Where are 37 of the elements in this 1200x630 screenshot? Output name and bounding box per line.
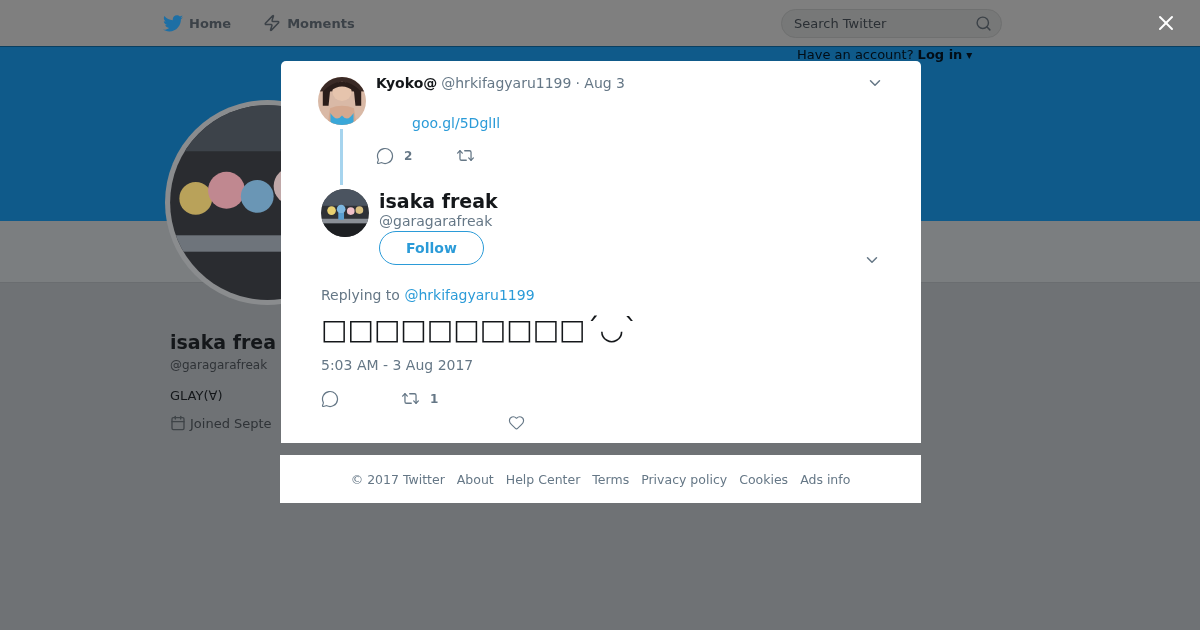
calendar-icon — [170, 415, 186, 431]
tweet-text: □□□□□□□□□□´◡` — [321, 313, 639, 347]
footer-link[interactable]: © 2017 Twitter — [350, 471, 445, 487]
tweet-link[interactable]: goo.gl/5DglIl — [412, 115, 501, 131]
caret-icon[interactable]: ▾ — [966, 47, 973, 62]
login-prompt: Have an account? — [797, 47, 914, 62]
reply-icon[interactable] — [376, 146, 394, 165]
footer-link[interactable]: Ads info — [800, 471, 851, 487]
profile-handle: @garagarafreak — [170, 357, 268, 374]
joined-date: Joined Septe — [190, 415, 272, 431]
footer-link[interactable]: Privacy policy — [641, 471, 728, 487]
author-handle: @hrkifagyaru1199 — [441, 75, 572, 91]
profile-name: isaka frea — [170, 330, 277, 355]
author-name: isaka freak — [379, 189, 499, 213]
nav-link[interactable]: Home — [163, 14, 232, 32]
footer-link[interactable]: Help Center — [505, 471, 581, 487]
bird-icon — [163, 14, 183, 32]
replying-to: Replying to @hrkifagyaru1199 — [321, 287, 536, 303]
lightning-icon — [263, 14, 282, 32]
tweet-time: · Aug 3 — [575, 75, 625, 91]
search-field[interactable]: Search Twitter — [781, 8, 1002, 38]
search-icon[interactable] — [975, 14, 992, 32]
mention-link[interactable]: @hrkifagyaru1199 — [404, 287, 535, 303]
like-icon[interactable] — [508, 414, 525, 431]
tweet-timestamp: 5:03 AM - 3 Aug 2017 — [321, 357, 475, 373]
footer-link[interactable]: About — [456, 471, 494, 487]
footer-link[interactable]: Terms — [592, 471, 630, 487]
reply-icon[interactable] — [321, 389, 339, 408]
action-count: 2 — [404, 148, 413, 163]
nav-link[interactable]: Moments — [263, 14, 355, 32]
action-count: 1 — [430, 391, 439, 406]
profile-bio: GLAY(∀) — [170, 388, 223, 403]
author-name: Kyoko@ — [376, 75, 438, 91]
follow-button[interactable]: Follow — [379, 231, 484, 265]
footer-link[interactable]: Cookies — [739, 471, 789, 487]
login-link[interactable]: Log in — [917, 47, 963, 62]
author-handle: @garagarafreak — [379, 213, 494, 229]
